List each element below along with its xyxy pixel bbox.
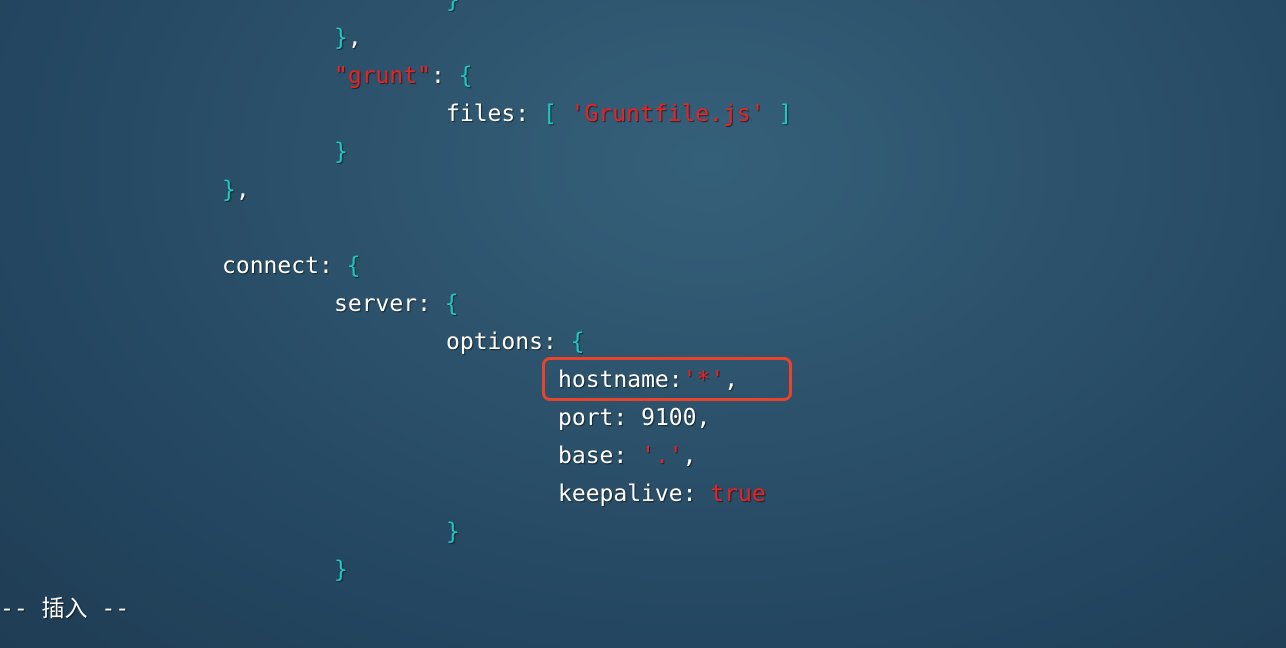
code-token-key: server <box>334 291 418 317</box>
code-line[interactable]: } <box>334 551 348 589</box>
code-token-num: 9100 <box>641 405 697 431</box>
code-token-key: base <box>558 443 614 469</box>
code-token-brace: [ <box>542 101 557 127</box>
code-token-punct: : <box>430 63 459 89</box>
code-line[interactable]: "grunt": { <box>334 57 473 95</box>
code-token-key: files <box>446 101 516 127</box>
code-token-punct: , <box>235 177 250 203</box>
code-token-brace: } <box>446 0 460 13</box>
code-token-brace: } <box>334 139 348 165</box>
code-line[interactable]: } <box>446 0 460 19</box>
code-token-str: grunt <box>347 63 418 89</box>
code-line[interactable]: server: { <box>334 285 459 323</box>
code-token-bool: true <box>710 481 766 507</box>
terminal-window[interactable]: }}, "grunt": {files: [ 'Gruntfile.js' ]}}… <box>0 0 1286 648</box>
code-token-punct: : <box>682 481 711 507</box>
code-token-key: port <box>558 405 614 431</box>
code-token-brace: } <box>334 557 348 583</box>
code-token-brace: { <box>570 329 585 355</box>
code-token-punct <box>765 101 779 127</box>
vim-mode-indicator: -- 插入 -- <box>0 596 130 622</box>
code-token-brace: } <box>334 25 348 51</box>
code-token-punct: : <box>515 101 543 127</box>
code-token-punct: : <box>542 329 571 355</box>
code-line[interactable]: }, <box>222 171 250 209</box>
code-token-punct: , <box>347 25 362 51</box>
code-token-key: connect <box>222 253 319 279</box>
code-token-brace: { <box>444 291 459 317</box>
code-token-punct: : <box>417 291 445 317</box>
code-token-punct: , <box>682 443 697 469</box>
code-token-punct: : <box>613 443 642 469</box>
code-line[interactable]: } <box>334 133 348 171</box>
code-line[interactable]: base: '.', <box>558 437 697 475</box>
code-line[interactable]: }, <box>334 19 362 57</box>
code-line[interactable]: port: 9100, <box>558 399 710 437</box>
code-token-brace: { <box>346 253 361 279</box>
code-line[interactable]: } <box>446 513 460 551</box>
code-token-quote: " <box>334 63 348 89</box>
code-line[interactable]: keepalive: true <box>558 475 766 513</box>
code-token-key: keepalive <box>558 481 683 507</box>
code-token-str: '.' <box>641 443 683 469</box>
code-token-str: 'Gruntfile.js' <box>570 101 765 127</box>
hostname-highlight-box <box>542 357 792 401</box>
code-token-brace: { <box>458 63 473 89</box>
code-token-punct <box>557 101 571 127</box>
code-line[interactable]: options: { <box>446 323 585 361</box>
code-line[interactable]: connect: { <box>222 247 361 285</box>
code-token-brace: } <box>222 177 236 203</box>
code-token-punct: , <box>696 405 711 431</box>
code-token-key: options <box>446 329 543 355</box>
code-line[interactable]: files: [ 'Gruntfile.js' ] <box>446 95 792 133</box>
code-token-brace: } <box>446 519 460 545</box>
code-token-brace: ] <box>778 101 793 127</box>
code-token-punct: : <box>613 405 642 431</box>
code-token-quote: " <box>417 63 431 89</box>
code-token-punct: : <box>318 253 347 279</box>
